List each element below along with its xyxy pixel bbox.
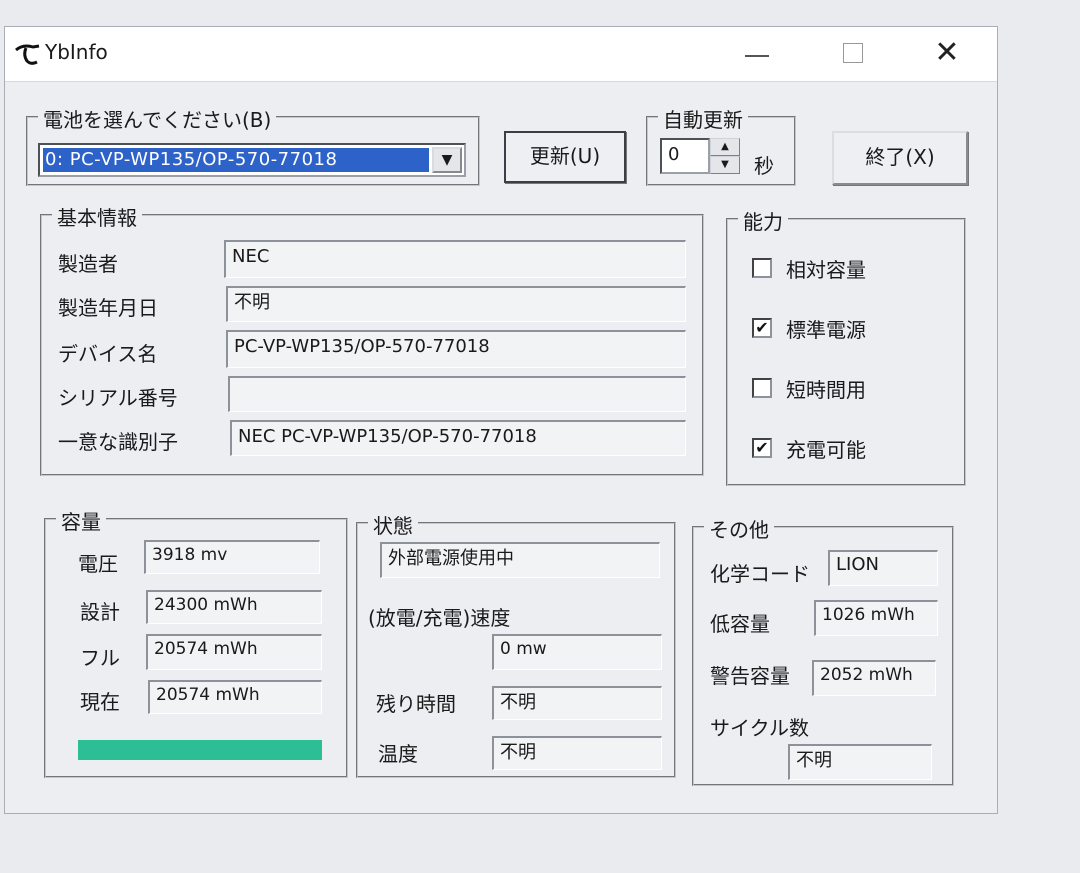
- charge-progress-bar: [78, 740, 322, 760]
- spin-up-icon[interactable]: ▲: [710, 138, 740, 156]
- current-capacity-label: 現在: [80, 690, 120, 714]
- capacity-label: 容量: [56, 506, 106, 535]
- short-term-checkbox[interactable]: [752, 378, 772, 398]
- chemistry-label: 化学コード: [710, 562, 810, 586]
- other-label: その他: [704, 514, 774, 543]
- basic-info-label: 基本情報: [52, 202, 142, 231]
- temperature-label: 温度: [378, 742, 418, 766]
- chemistry-field: LION: [828, 550, 938, 586]
- manufacture-date-label: 製造年月日: [58, 296, 158, 320]
- design-capacity-field: 24300 mWh: [146, 590, 322, 624]
- refresh-button[interactable]: 更新(U): [504, 131, 626, 183]
- status-label: 状態: [368, 510, 418, 539]
- rate-field: 0 mw: [492, 634, 662, 670]
- design-capacity-label: 設計: [80, 600, 120, 624]
- charge-progress-fill: [78, 740, 322, 760]
- cycle-count-field: 不明: [788, 744, 932, 780]
- seconds-unit: 秒: [754, 154, 774, 178]
- chargeable-label: 充電可能: [786, 438, 866, 462]
- remaining-time-label: 残り時間: [376, 692, 456, 716]
- manufacture-date-field: 不明: [226, 286, 686, 322]
- serial-number-field: [228, 376, 686, 412]
- device-name-field: PC-VP-WP135/OP-570-77018: [226, 330, 686, 368]
- current-capacity-field: 20574 mWh: [148, 680, 322, 714]
- serial-number-label: シリアル番号: [58, 386, 178, 410]
- low-capacity-label: 低容量: [710, 612, 770, 636]
- device-name-label: デバイス名: [58, 342, 158, 366]
- unique-id-field: NEC PC-VP-WP135/OP-570-77018: [230, 420, 686, 456]
- capabilities-label: 能力: [738, 206, 788, 235]
- manufacturer-label: 製造者: [58, 252, 118, 276]
- voltage-label: 電圧: [78, 552, 118, 576]
- system-power-checkbox[interactable]: ✔: [752, 318, 772, 338]
- remaining-time-field: 不明: [492, 686, 662, 720]
- cycle-count-label: サイクル数: [710, 716, 809, 740]
- manufacturer-field: NEC: [224, 240, 686, 278]
- system-power-label: 標準電源: [786, 318, 866, 342]
- spin-down-icon[interactable]: ▼: [710, 156, 740, 174]
- relative-capacity-checkbox[interactable]: [752, 258, 772, 278]
- relative-capacity-label: 相対容量: [786, 258, 866, 282]
- unique-id-label: 一意な識別子: [58, 430, 178, 454]
- full-capacity-field: 20574 mWh: [146, 634, 322, 670]
- minimize-icon[interactable]: [735, 35, 779, 73]
- full-capacity-label: フル: [80, 646, 120, 670]
- yb-app-icon: [15, 44, 40, 65]
- exit-button[interactable]: 終了(X): [832, 131, 968, 185]
- voltage-field: 3918 mv: [144, 540, 320, 574]
- auto-refresh-label: 自動更新: [658, 104, 748, 133]
- chevron-down-icon[interactable]: ▼: [432, 147, 462, 173]
- low-capacity-field: 1026 mWh: [814, 600, 938, 636]
- short-term-label: 短時間用: [786, 378, 866, 402]
- chargeable-checkbox[interactable]: ✔: [752, 438, 772, 458]
- battery-select-label: 電池を選んでください(B): [38, 104, 277, 133]
- temperature-field: 不明: [492, 736, 662, 770]
- power-state-field: 外部電源使用中: [380, 542, 660, 578]
- auto-refresh-seconds-input[interactable]: 0: [660, 138, 710, 174]
- warning-capacity-label: 警告容量: [710, 664, 790, 688]
- auto-refresh-spinner[interactable]: ▲ ▼: [710, 138, 740, 174]
- rate-label: (放電/充電)速度: [368, 606, 511, 630]
- window-title: YbInfo: [45, 40, 108, 64]
- battery-dropdown-value: 0: PC-VP-WP135/OP-570-77018: [43, 148, 429, 172]
- title-bar[interactable]: YbInfo ✕: [5, 27, 997, 82]
- warning-capacity-field: 2052 mWh: [812, 660, 936, 696]
- battery-dropdown[interactable]: 0: PC-VP-WP135/OP-570-77018 ▼: [38, 143, 466, 177]
- close-icon[interactable]: ✕: [925, 35, 969, 73]
- maximize-icon[interactable]: [831, 35, 875, 73]
